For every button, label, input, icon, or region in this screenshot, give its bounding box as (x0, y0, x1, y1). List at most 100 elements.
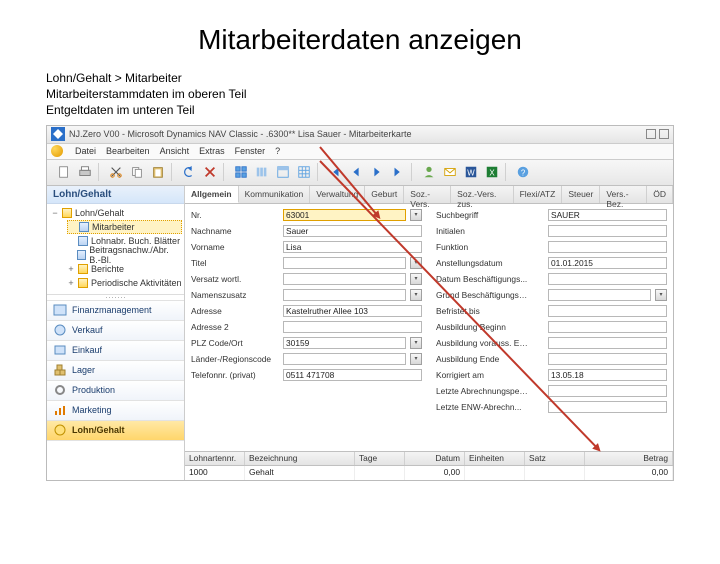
excel-icon[interactable]: X (483, 163, 501, 181)
desc-line-1: Lohn/Gehalt > Mitarbeiter (46, 70, 720, 86)
field-label: PLZ Code/Ort (191, 338, 279, 348)
copy-icon[interactable] (128, 163, 146, 181)
undo-icon[interactable] (180, 163, 198, 181)
gh-satz[interactable]: Satz (525, 452, 585, 465)
field-input[interactable] (548, 225, 667, 237)
tab-steuer[interactable]: Steuer (562, 186, 600, 203)
gh-einheiten[interactable]: Einheiten (465, 452, 525, 465)
field-input[interactable] (548, 273, 667, 285)
module-lohn-gehalt[interactable]: Lohn/Gehalt (47, 421, 184, 441)
word-icon[interactable]: W (462, 163, 480, 181)
paste-icon[interactable] (149, 163, 167, 181)
gh-tage[interactable]: Tage (355, 452, 405, 465)
nav-prev-icon[interactable] (347, 163, 365, 181)
field-input[interactable] (548, 337, 667, 349)
tab-oed[interactable]: ÖD (647, 186, 673, 203)
field-input[interactable] (548, 321, 667, 333)
field-input[interactable] (548, 385, 667, 397)
menu-ansicht[interactable]: Ansicht (160, 146, 190, 156)
menu-datei[interactable]: Datei (75, 146, 96, 156)
cut-icon[interactable] (107, 163, 125, 181)
dropdown-button[interactable]: ▾ (410, 337, 422, 349)
field-label: Versatz wortl. (191, 274, 279, 284)
tab-flexi[interactable]: Flexi/ATZ (514, 186, 563, 203)
dropdown-button[interactable]: ▾ (410, 209, 422, 221)
field-input[interactable] (548, 289, 651, 301)
field-input[interactable] (548, 305, 667, 317)
module-finanzmanagement[interactable]: Finanzmanagement (47, 301, 184, 321)
dropdown-button[interactable]: ▾ (410, 273, 422, 285)
field-input[interactable]: 01.01.2015 (548, 257, 667, 269)
delete-icon[interactable] (201, 163, 219, 181)
field-input[interactable]: 63001 (283, 209, 406, 221)
dropdown-button[interactable]: ▾ (410, 289, 422, 301)
help-icon[interactable]: ? (514, 163, 532, 181)
tab-allgemein[interactable]: Allgemein (185, 186, 239, 203)
nav-last-icon[interactable] (389, 163, 407, 181)
field-input[interactable]: 0511 471708 (283, 369, 422, 381)
gh-bezeichnung[interactable]: Bezeichnung (245, 452, 355, 465)
menu-extras[interactable]: Extras (199, 146, 225, 156)
grid-row[interactable]: 1000 Gehalt 0,00 0,00 (185, 466, 673, 480)
field-left-10: Telefonnr. (privat)0511 471708 (191, 368, 422, 382)
menu-fenster[interactable]: Fenster (235, 146, 266, 156)
print-icon[interactable] (76, 163, 94, 181)
grid-icon[interactable] (295, 163, 313, 181)
field-input[interactable]: Kastelruther Allee 103 (283, 305, 422, 317)
gc-betrag: 0,00 (585, 466, 673, 480)
dropdown-button[interactable]: ▾ (410, 353, 422, 365)
minimize-button[interactable] (646, 129, 656, 139)
dropdown-button[interactable]: ▾ (655, 289, 667, 301)
module-einkauf[interactable]: Einkauf (47, 341, 184, 361)
gc-datum: 0,00 (405, 466, 465, 480)
field-input[interactable] (548, 353, 667, 365)
nav-next-icon[interactable] (368, 163, 386, 181)
gh-lohnart[interactable]: Lohnartennr. (185, 452, 245, 465)
gh-datum[interactable]: Datum (405, 452, 465, 465)
columns-icon[interactable] (253, 163, 271, 181)
field-label: Vorname (191, 242, 279, 252)
field-input[interactable]: 13.05.18 (548, 369, 667, 381)
user-icon[interactable] (420, 163, 438, 181)
field-label: Datum Beschäftigungs... (436, 274, 544, 284)
tree-item-mitarbeiter[interactable]: Mitarbeiter (67, 220, 182, 234)
field-label: Befristet bis (436, 306, 544, 316)
sidebar: Lohn/Gehalt −Lohn/Gehalt Mitarbeiter Loh… (47, 186, 185, 480)
field-input[interactable] (283, 273, 406, 285)
tab-sozvers[interactable]: Soz.-Vers. (404, 186, 451, 203)
field-label: Adresse 2 (191, 322, 279, 332)
field-label: Initialen (436, 226, 544, 236)
tree-root[interactable]: −Lohn/Gehalt (51, 206, 182, 220)
field-input[interactable] (283, 289, 406, 301)
description: Lohn/Gehalt > Mitarbeiter Mitarbeitersta… (46, 70, 720, 119)
module-marketing[interactable]: Marketing (47, 401, 184, 421)
windows-icon[interactable] (232, 163, 250, 181)
layout-icon[interactable] (274, 163, 292, 181)
maximize-button[interactable] (659, 129, 669, 139)
field-input[interactable] (283, 353, 406, 365)
menu-help[interactable]: ? (275, 146, 280, 156)
module-verkauf[interactable]: Verkauf (47, 321, 184, 341)
field-input[interactable]: 30159 (283, 337, 406, 349)
menu-bearbeiten[interactable]: Bearbeiten (106, 146, 150, 156)
tab-versbez[interactable]: Vers.-Bez. (600, 186, 647, 203)
window-title: NJ.Zero V00 - Microsoft Dynamics NAV Cla… (69, 129, 643, 139)
form-left-col: Nr.63001▾NachnameSauerVornameLisaTitel▾V… (191, 208, 422, 447)
field-right-7: Ausbildung Beginn (436, 320, 667, 334)
module-lager[interactable]: Lager (47, 361, 184, 381)
new-doc-icon[interactable] (55, 163, 73, 181)
nav-icon (51, 127, 65, 141)
tree-item-beitrags[interactable]: Beitragsnachw./Abr. B.-Bl. (67, 248, 182, 262)
field-input[interactable] (548, 401, 667, 413)
field-input[interactable]: SAUER (548, 209, 667, 221)
tab-sozvers-zus[interactable]: Soz.-Vers. zus. (451, 186, 513, 203)
field-input[interactable] (283, 257, 406, 269)
tab-geburt[interactable]: Geburt (365, 186, 404, 203)
mail-icon[interactable] (441, 163, 459, 181)
field-input[interactable] (548, 241, 667, 253)
field-input[interactable] (283, 321, 422, 333)
tree-item-periodisch[interactable]: +Periodische Aktivitäten (67, 276, 182, 290)
module-produktion[interactable]: Produktion (47, 381, 184, 401)
tab-kommunikation[interactable]: Kommunikation (239, 186, 311, 203)
field-input[interactable]: Sauer (283, 225, 422, 237)
